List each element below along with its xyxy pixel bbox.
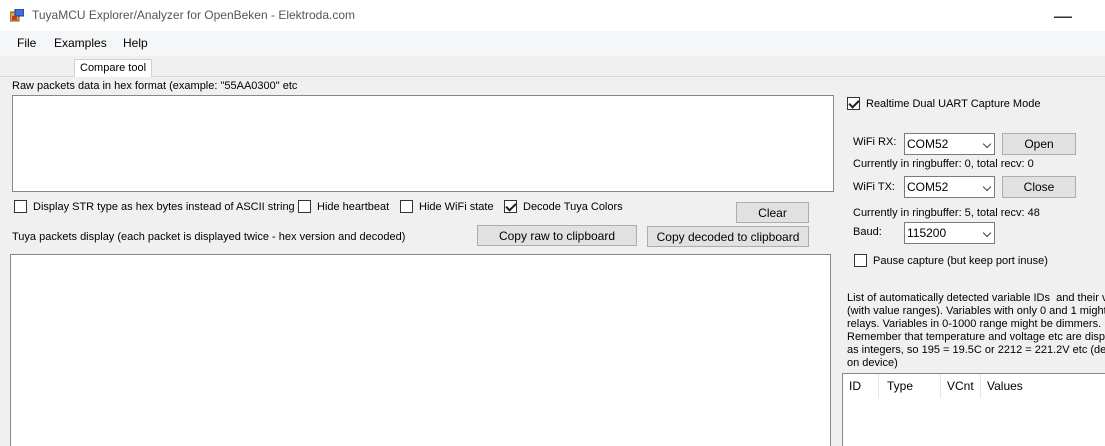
chevron-down-icon[interactable] bbox=[982, 182, 992, 192]
wifi-rx-select[interactable]: COM52 bbox=[904, 133, 995, 155]
variables-description: List of automatically detected variable … bbox=[847, 292, 1105, 369]
hide-heartbeat-box[interactable] bbox=[298, 200, 311, 213]
menu-help[interactable]: Help bbox=[123, 36, 148, 50]
chevron-down-icon[interactable] bbox=[982, 228, 992, 238]
hide-wifi-state-checkbox[interactable]: Hide WiFi state bbox=[400, 200, 494, 213]
display-str-hex-checkbox[interactable]: Display STR type as hex bytes instead of… bbox=[14, 200, 295, 213]
baud-value: 115200 bbox=[907, 226, 947, 240]
clear-button[interactable]: Clear bbox=[736, 202, 809, 223]
chevron-down-icon[interactable] bbox=[982, 139, 992, 149]
app-icon bbox=[10, 9, 24, 22]
hide-wifi-state-label: Hide WiFi state bbox=[419, 200, 494, 213]
baud-label: Baud: bbox=[853, 226, 882, 238]
menu-examples[interactable]: Examples bbox=[54, 36, 107, 50]
display-str-hex-label: Display STR type as hex bytes instead of… bbox=[33, 200, 295, 213]
hide-heartbeat-checkbox[interactable]: Hide heartbeat bbox=[298, 200, 389, 213]
window-title: TuyaMCU Explorer/Analyzer for OpenBeken … bbox=[32, 8, 356, 22]
tuya-display-label: Tuya packets display (each packet is dis… bbox=[12, 231, 406, 243]
raw-packets-label: Raw packets data in hex format (example:… bbox=[12, 80, 298, 92]
realtime-capture-checkbox[interactable]: Realtime Dual UART Capture Mode bbox=[847, 97, 1040, 110]
tab-strip: Compare tool bbox=[0, 56, 1105, 77]
column-values[interactable]: Values bbox=[981, 374, 1105, 398]
wifi-rx-label: WiFi RX: bbox=[853, 136, 897, 148]
hide-wifi-state-box[interactable] bbox=[400, 200, 413, 213]
decode-tuya-colors-box[interactable] bbox=[504, 200, 517, 213]
copy-raw-button[interactable]: Copy raw to clipboard bbox=[477, 225, 637, 246]
realtime-capture-box[interactable] bbox=[847, 97, 860, 110]
decode-tuya-colors-checkbox[interactable]: Decode Tuya Colors bbox=[504, 200, 623, 213]
tx-status: Currently in ringbuffer: 5, total recv: … bbox=[853, 207, 1040, 219]
wifi-rx-value: COM52 bbox=[907, 137, 949, 151]
close-button[interactable]: Close bbox=[1002, 176, 1076, 198]
variables-list[interactable]: ID Type VCnt Values bbox=[842, 373, 1105, 446]
tab-compare-tool[interactable]: Compare tool bbox=[74, 59, 153, 77]
menu-file[interactable]: File bbox=[17, 36, 36, 50]
copy-decoded-button[interactable]: Copy decoded to clipboard bbox=[647, 226, 809, 247]
display-str-hex-box[interactable] bbox=[14, 200, 27, 213]
pause-capture-box[interactable] bbox=[854, 254, 867, 267]
raw-packets-input[interactable] bbox=[12, 95, 834, 192]
open-button[interactable]: Open bbox=[1002, 133, 1076, 155]
baud-select[interactable]: 115200 bbox=[904, 222, 995, 244]
rx-status: Currently in ringbuffer: 0, total recv: … bbox=[853, 158, 1034, 170]
wifi-tx-label: WiFi TX: bbox=[853, 181, 895, 193]
pause-capture-label: Pause capture (but keep port inuse) bbox=[873, 254, 1048, 267]
wifi-tx-value: COM52 bbox=[907, 180, 949, 194]
realtime-capture-label: Realtime Dual UART Capture Mode bbox=[866, 97, 1041, 110]
column-id[interactable]: ID bbox=[843, 374, 879, 398]
minimize-icon[interactable]: — bbox=[1053, 4, 1073, 28]
hide-heartbeat-label: Hide heartbeat bbox=[317, 200, 390, 213]
pause-capture-checkbox[interactable]: Pause capture (but keep port inuse) bbox=[854, 254, 1048, 267]
decode-tuya-colors-label: Decode Tuya Colors bbox=[523, 200, 623, 213]
column-type[interactable]: Type bbox=[881, 374, 941, 398]
tuya-packets-display[interactable] bbox=[10, 254, 831, 446]
title-bar: TuyaMCU Explorer/Analyzer for OpenBeken … bbox=[0, 0, 1105, 31]
column-vcnt[interactable]: VCnt bbox=[941, 374, 981, 398]
variables-list-header: ID Type VCnt Values bbox=[843, 374, 1105, 398]
wifi-tx-select[interactable]: COM52 bbox=[904, 176, 995, 198]
menu-bar: File Examples Help bbox=[0, 31, 1105, 56]
